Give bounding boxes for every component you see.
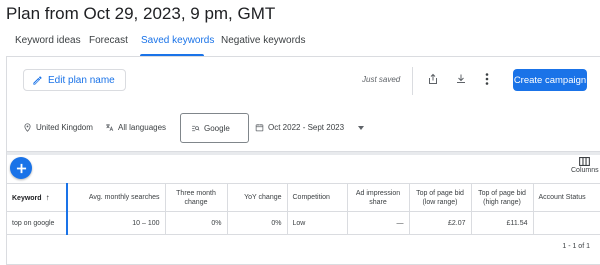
column-header-avg-monthly-searches[interactable]: Avg. monthly searches bbox=[67, 183, 166, 212]
yoy-change-cell: 0% bbox=[227, 211, 288, 235]
language-filter-label: All languages bbox=[118, 123, 167, 132]
tab-forecast[interactable]: Forecast bbox=[89, 35, 128, 46]
chevron-down-icon bbox=[358, 125, 365, 130]
section-divider-shade bbox=[7, 152, 600, 155]
column-header-bid-high[interactable]: Top of page bid (high range) bbox=[471, 183, 534, 212]
network-filter-label: Google bbox=[204, 123, 230, 133]
tab-keyword-ideas[interactable]: Keyword ideas bbox=[15, 35, 81, 46]
tab-negative-keywords[interactable]: Negative keywords bbox=[221, 35, 305, 46]
plan-panel: Edit plan name Just saved Create campaig… bbox=[6, 56, 600, 265]
location-filter[interactable]: United Kingdom bbox=[23, 123, 93, 132]
columns-icon bbox=[579, 157, 591, 166]
three-month-change-cell: 0% bbox=[165, 211, 228, 235]
bid-low-cell: £2.07 bbox=[409, 211, 472, 235]
table-header-row: Keyword ↑ Avg. monthly searches Three mon… bbox=[7, 183, 600, 212]
column-header-ad-impression-share[interactable]: Ad impression share bbox=[347, 183, 410, 212]
location-filter-label: United Kingdom bbox=[36, 123, 93, 132]
share-icon bbox=[429, 73, 437, 84]
location-pin-icon bbox=[24, 123, 31, 132]
language-filter[interactable]: All languages bbox=[105, 123, 166, 132]
save-status: Just saved bbox=[362, 75, 401, 84]
column-header-three-month-change[interactable]: Three month change bbox=[165, 183, 228, 212]
page-title: Plan from Oct 29, 2023, 9 pm, GMT bbox=[6, 4, 276, 23]
tab-saved-keywords[interactable]: Saved keywords bbox=[141, 35, 214, 46]
column-header-account-status[interactable]: Account Status bbox=[533, 183, 600, 212]
search-network-icon bbox=[192, 125, 200, 131]
more-options-button[interactable] bbox=[479, 71, 495, 87]
date-range-label: Oct 2022 - Sept 2023 bbox=[268, 123, 345, 132]
keyword-table: Keyword ↑ Avg. monthly searches Three mon… bbox=[7, 183, 600, 235]
calendar-icon bbox=[255, 124, 264, 132]
account-status-cell bbox=[533, 211, 600, 235]
toolbar-divider bbox=[412, 67, 413, 95]
column-header-bid-low[interactable]: Top of page bid (low range) bbox=[409, 183, 472, 212]
share-button[interactable] bbox=[425, 71, 441, 87]
column-header-yoy-change[interactable]: YoY change bbox=[227, 183, 288, 212]
sort-arrow-up-icon: ↑ bbox=[45, 192, 50, 202]
toolbar: Edit plan name Just saved Create campaig… bbox=[7, 57, 600, 107]
edit-plan-name-button[interactable]: Edit plan name bbox=[23, 69, 126, 91]
keyword-cell: top on google bbox=[7, 211, 68, 235]
translate-icon bbox=[106, 124, 114, 132]
date-range-filter[interactable]: Oct 2022 - Sept 2023 bbox=[255, 123, 365, 132]
download-icon bbox=[457, 74, 465, 83]
avg-monthly-searches-cell: 10 – 100 bbox=[67, 211, 166, 235]
ad-impression-share-cell: — bbox=[347, 211, 410, 235]
pencil-icon bbox=[33, 75, 42, 85]
columns-button[interactable]: Columns bbox=[571, 157, 599, 174]
columns-label: Columns bbox=[571, 167, 599, 174]
competition-cell: Low bbox=[287, 211, 348, 235]
table-row[interactable]: top on google 10 – 100 0% 0% Low — £2.07… bbox=[7, 211, 600, 235]
edit-plan-name-label: Edit plan name bbox=[48, 74, 115, 86]
bid-high-cell: £11.54 bbox=[471, 211, 534, 235]
create-campaign-button[interactable]: Create campaign bbox=[513, 69, 587, 91]
download-button[interactable] bbox=[453, 71, 469, 87]
add-keyword-button[interactable] bbox=[10, 157, 32, 179]
pagination-info: 1 - 1 of 1 bbox=[562, 243, 590, 250]
tab-bar: Keyword ideas Forecast Saved keywords Ne… bbox=[0, 30, 600, 56]
column-header-competition[interactable]: Competition bbox=[287, 183, 348, 212]
column-header-keyword[interactable]: Keyword ↑ bbox=[7, 183, 68, 212]
network-filter[interactable]: Google bbox=[180, 113, 249, 143]
plus-icon bbox=[16, 163, 26, 173]
more-vert-icon bbox=[485, 73, 489, 85]
filter-bar: United Kingdom All languages Google Oct … bbox=[7, 111, 600, 147]
